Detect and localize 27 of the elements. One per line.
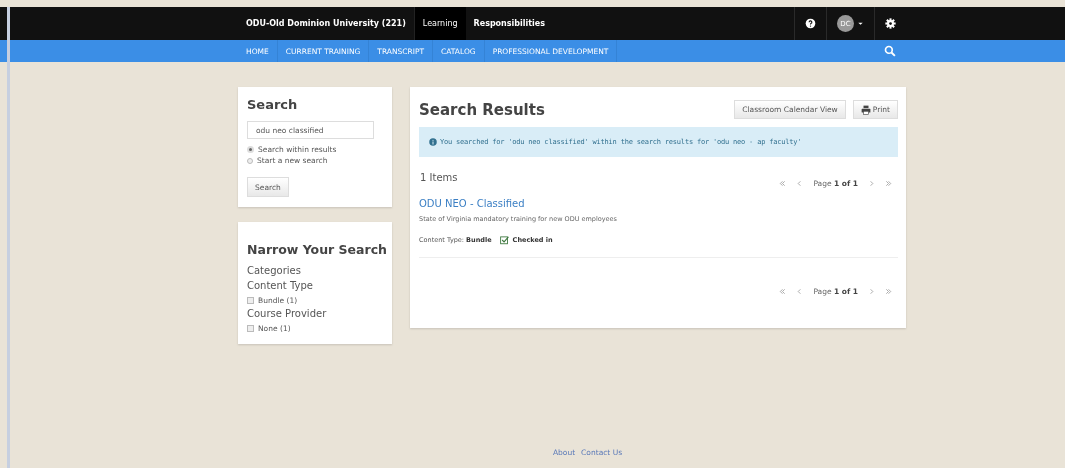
- help-icon: [805, 18, 816, 29]
- last-page-button[interactable]: [885, 288, 892, 295]
- filter-heading: Content Type: [247, 280, 314, 291]
- first-page-button[interactable]: [779, 288, 787, 295]
- first-page-button[interactable]: [779, 180, 787, 187]
- page-title: Search Results: [419, 100, 545, 119]
- checkbox[interactable]: [247, 325, 254, 332]
- settings-icon: [885, 18, 896, 29]
- search-icon: [884, 45, 896, 57]
- filter-heading: Categories: [247, 265, 302, 276]
- top-tab[interactable]: Responsibilities: [465, 7, 554, 40]
- filter-heading: Course Provider: [247, 308, 328, 319]
- result-title-link[interactable]: ODU NEO - Classified: [419, 198, 525, 209]
- checkbox[interactable]: [247, 297, 254, 304]
- radio-button[interactable]: [247, 146, 254, 153]
- last-page-button[interactable]: [885, 180, 892, 187]
- next-page-button[interactable]: [868, 288, 875, 295]
- next-page-button[interactable]: [868, 180, 875, 187]
- radio-button[interactable]: [247, 157, 253, 164]
- previous-page-button[interactable]: [796, 288, 804, 295]
- printer-icon: [860, 104, 871, 115]
- top-tab[interactable]: Learning: [414, 7, 466, 40]
- previous-page-button[interactable]: [796, 180, 804, 187]
- info-icon: [429, 138, 437, 146]
- item-count: 1 Items: [419, 172, 458, 183]
- caret-icon: [857, 20, 864, 27]
- panel-title: Search: [247, 97, 299, 112]
